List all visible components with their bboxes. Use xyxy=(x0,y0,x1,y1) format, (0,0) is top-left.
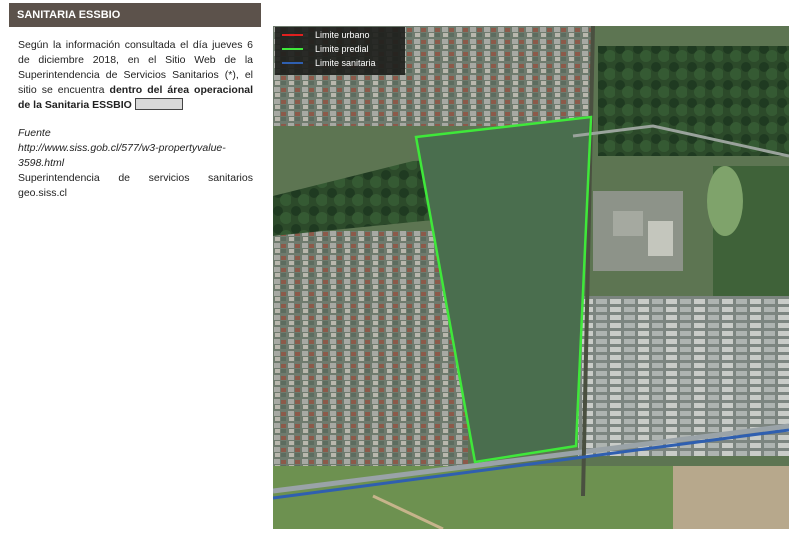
section-header: SANITARIA ESSBIO xyxy=(9,3,261,27)
source-block: Fuente http://www.siss.gob.cl/577/w3-pro… xyxy=(18,126,253,201)
map-legend: Limite urbano Limite predial Limite sani… xyxy=(275,27,405,75)
legend-label-property: Limite predial xyxy=(315,44,369,54)
aerial-map-svg: Limite urbano Limite predial Limite sani… xyxy=(273,26,789,529)
south-bare-lot xyxy=(673,466,789,529)
source-organization: Superintendencia de servicios sanitarios xyxy=(18,171,253,186)
building xyxy=(613,211,643,236)
org-word: de xyxy=(118,172,131,184)
source-url-line-2[interactable]: 3598.html xyxy=(18,156,253,171)
org-word: sanitarios xyxy=(208,172,253,184)
sports-field xyxy=(707,166,743,236)
legend-label-sanitary: Limite sanitaria xyxy=(315,58,376,68)
org-word: servicios xyxy=(148,172,190,184)
org-word: Superintendencia xyxy=(18,172,100,184)
source-url-line-1[interactable]: http://www.siss.gob.cl/577/w3-propertyva… xyxy=(18,141,253,156)
source-label: Fuente xyxy=(18,127,51,139)
legend-label-urban: Limite urbano xyxy=(315,30,370,40)
info-text-block: Según la información consultada el día j… xyxy=(18,38,253,201)
info-paragraph: Según la información consultada el día j… xyxy=(18,38,253,113)
forest-northeast xyxy=(598,46,789,156)
residential-west xyxy=(273,231,468,491)
redacted-box xyxy=(134,98,183,110)
aerial-map: Limite urbano Limite predial Limite sani… xyxy=(273,26,789,529)
building xyxy=(648,221,673,256)
section-title: SANITARIA ESSBIO xyxy=(17,9,121,21)
source-site[interactable]: geo.siss.cl xyxy=(18,186,253,201)
